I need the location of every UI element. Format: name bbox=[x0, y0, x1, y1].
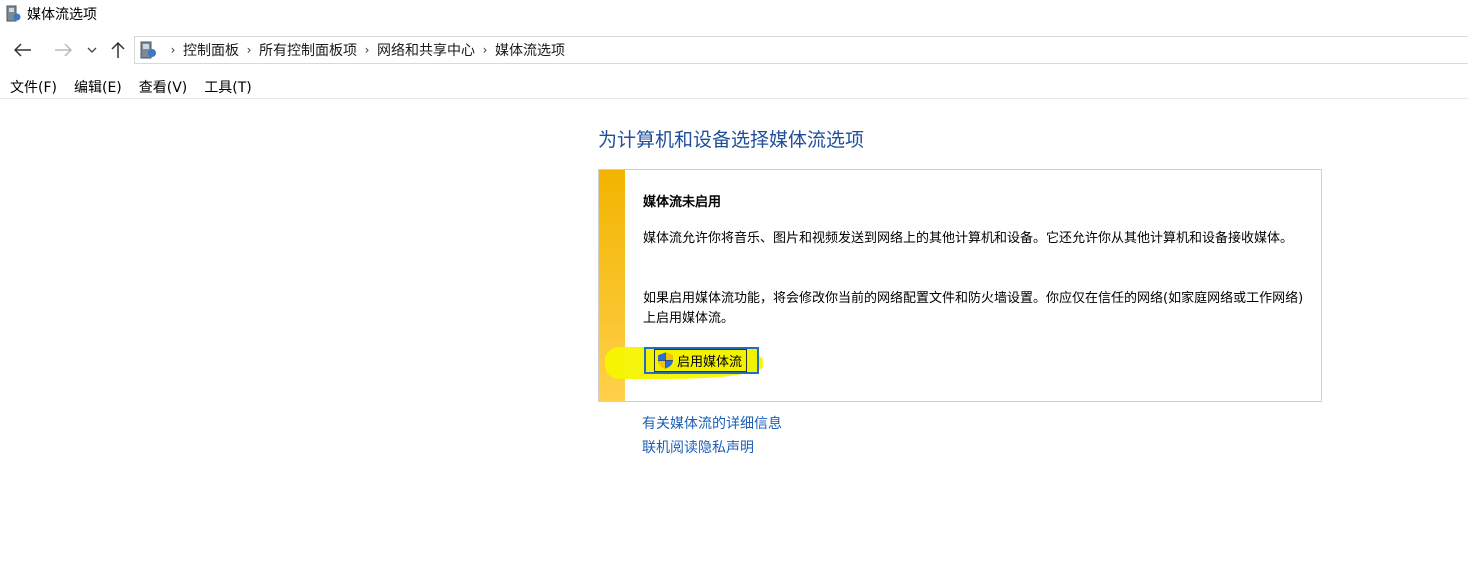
menu-divider bbox=[0, 98, 1468, 99]
privacy-link[interactable]: 联机阅读隐私声明 bbox=[642, 437, 754, 457]
window-title: 媒体流选项 bbox=[27, 7, 97, 23]
breadcrumb-separator: › bbox=[482, 43, 488, 57]
breadcrumb: › 控制面板 › 所有控制面板项 › 网络和共享中心 › 媒体流选项 bbox=[163, 37, 565, 63]
media-streaming-icon bbox=[6, 5, 21, 22]
menu-view[interactable]: 查看(V) bbox=[139, 77, 188, 97]
menu-tools[interactable]: 工具(T) bbox=[204, 77, 251, 97]
enable-button-label: 启用媒体流 bbox=[677, 355, 743, 370]
media-streaming-panel: 媒体流未启用 媒体流允许你将音乐、图片和视频发送到网络上的其他计算机和设备。它还… bbox=[598, 169, 1322, 402]
breadcrumb-network-center[interactable]: 网络和共享中心 bbox=[377, 40, 475, 60]
uac-shield-icon bbox=[658, 352, 673, 369]
breadcrumb-media-streaming[interactable]: 媒体流选项 bbox=[495, 40, 565, 60]
breadcrumb-separator: › bbox=[246, 43, 252, 57]
menu-bar: 文件(F) 编辑(E) 查看(V) 工具(T) bbox=[0, 76, 1468, 98]
chevron-down-icon bbox=[87, 47, 97, 53]
up-arrow-icon bbox=[111, 41, 125, 58]
back-button[interactable] bbox=[10, 38, 36, 62]
button-focus-outline: 启用媒体流 bbox=[654, 349, 748, 372]
up-button[interactable] bbox=[106, 38, 130, 62]
breadcrumb-control-panel[interactable]: 控制面板 bbox=[183, 40, 239, 60]
control-panel-icon bbox=[140, 41, 156, 59]
forward-button[interactable] bbox=[50, 38, 76, 62]
panel-heading: 媒体流未启用 bbox=[643, 195, 722, 210]
page-title: 为计算机和设备选择媒体流选项 bbox=[598, 129, 865, 151]
details-link[interactable]: 有关媒体流的详细信息 bbox=[642, 413, 782, 433]
address-bar[interactable]: › 控制面板 › 所有控制面板项 › 网络和共享中心 › 媒体流选项 bbox=[134, 36, 1468, 64]
menu-edit[interactable]: 编辑(E) bbox=[74, 77, 122, 97]
enable-media-streaming-button[interactable]: 启用媒体流 bbox=[644, 347, 760, 374]
forward-arrow-icon bbox=[55, 43, 72, 57]
menu-file[interactable]: 文件(F) bbox=[10, 77, 57, 97]
back-arrow-icon bbox=[14, 43, 31, 57]
breadcrumb-all-items[interactable]: 所有控制面板项 bbox=[259, 40, 357, 60]
title-bar: 媒体流选项 bbox=[0, 0, 1468, 30]
breadcrumb-separator: › bbox=[170, 43, 176, 57]
description-paragraph: 媒体流允许你将音乐、图片和视频发送到网络上的其他计算机和设备。它还允许你从其他计… bbox=[643, 231, 1294, 246]
warning-paragraph: 如果启用媒体流功能，将会修改你当前的网络配置文件和防火墙设置。你应仅在信任的网络… bbox=[643, 291, 1304, 326]
recent-locations-button[interactable] bbox=[84, 38, 100, 62]
breadcrumb-separator: › bbox=[364, 43, 370, 57]
